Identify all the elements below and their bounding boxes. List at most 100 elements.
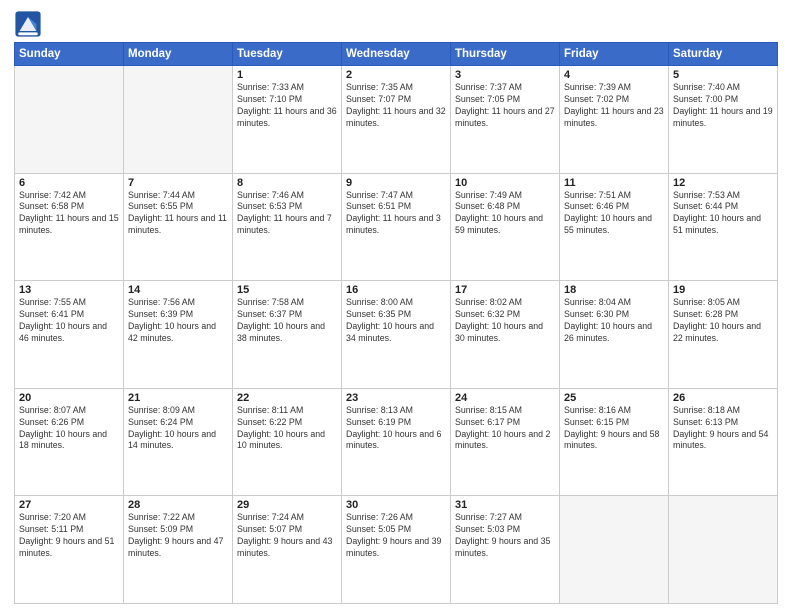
day-info: Sunrise: 7:46 AMSunset: 6:53 PMDaylight:…: [237, 190, 337, 238]
weekday-header-tuesday: Tuesday: [233, 43, 342, 66]
day-number: 13: [19, 284, 119, 296]
day-info: Sunrise: 7:55 AMSunset: 6:41 PMDaylight:…: [19, 297, 119, 345]
calendar-week-2: 6Sunrise: 7:42 AMSunset: 6:58 PMDaylight…: [15, 173, 778, 281]
day-number: 9: [346, 177, 446, 189]
day-info: Sunrise: 8:15 AMSunset: 6:17 PMDaylight:…: [455, 405, 555, 453]
day-number: 21: [128, 392, 228, 404]
day-number: 27: [19, 499, 119, 511]
calendar-cell: 23Sunrise: 8:13 AMSunset: 6:19 PMDayligh…: [342, 388, 451, 496]
calendar-cell: 20Sunrise: 8:07 AMSunset: 6:26 PMDayligh…: [15, 388, 124, 496]
weekday-header-monday: Monday: [124, 43, 233, 66]
header: [14, 10, 778, 38]
day-info: Sunrise: 7:37 AMSunset: 7:05 PMDaylight:…: [455, 82, 555, 130]
day-info: Sunrise: 7:27 AMSunset: 5:03 PMDaylight:…: [455, 512, 555, 560]
calendar-cell: [15, 66, 124, 174]
calendar-cell: 24Sunrise: 8:15 AMSunset: 6:17 PMDayligh…: [451, 388, 560, 496]
day-info: Sunrise: 7:20 AMSunset: 5:11 PMDaylight:…: [19, 512, 119, 560]
day-number: 1: [237, 69, 337, 81]
day-number: 3: [455, 69, 555, 81]
day-info: Sunrise: 8:16 AMSunset: 6:15 PMDaylight:…: [564, 405, 664, 453]
day-number: 24: [455, 392, 555, 404]
day-number: 26: [673, 392, 773, 404]
day-info: Sunrise: 7:24 AMSunset: 5:07 PMDaylight:…: [237, 512, 337, 560]
calendar-cell: 5Sunrise: 7:40 AMSunset: 7:00 PMDaylight…: [669, 66, 778, 174]
day-info: Sunrise: 8:05 AMSunset: 6:28 PMDaylight:…: [673, 297, 773, 345]
calendar-cell: 16Sunrise: 8:00 AMSunset: 6:35 PMDayligh…: [342, 281, 451, 389]
calendar-cell: 7Sunrise: 7:44 AMSunset: 6:55 PMDaylight…: [124, 173, 233, 281]
calendar-week-5: 27Sunrise: 7:20 AMSunset: 5:11 PMDayligh…: [15, 496, 778, 604]
calendar-week-3: 13Sunrise: 7:55 AMSunset: 6:41 PMDayligh…: [15, 281, 778, 389]
logo-icon: [14, 10, 42, 38]
calendar-cell: 21Sunrise: 8:09 AMSunset: 6:24 PMDayligh…: [124, 388, 233, 496]
calendar-cell: 29Sunrise: 7:24 AMSunset: 5:07 PMDayligh…: [233, 496, 342, 604]
day-info: Sunrise: 7:40 AMSunset: 7:00 PMDaylight:…: [673, 82, 773, 130]
calendar-cell: 18Sunrise: 8:04 AMSunset: 6:30 PMDayligh…: [560, 281, 669, 389]
day-number: 10: [455, 177, 555, 189]
calendar-cell: 3Sunrise: 7:37 AMSunset: 7:05 PMDaylight…: [451, 66, 560, 174]
calendar-cell: 13Sunrise: 7:55 AMSunset: 6:41 PMDayligh…: [15, 281, 124, 389]
calendar-cell: 22Sunrise: 8:11 AMSunset: 6:22 PMDayligh…: [233, 388, 342, 496]
calendar-cell: 14Sunrise: 7:56 AMSunset: 6:39 PMDayligh…: [124, 281, 233, 389]
day-info: Sunrise: 8:11 AMSunset: 6:22 PMDaylight:…: [237, 405, 337, 453]
day-number: 14: [128, 284, 228, 296]
calendar-cell: 11Sunrise: 7:51 AMSunset: 6:46 PMDayligh…: [560, 173, 669, 281]
day-number: 2: [346, 69, 446, 81]
day-info: Sunrise: 7:47 AMSunset: 6:51 PMDaylight:…: [346, 190, 446, 238]
weekday-header-thursday: Thursday: [451, 43, 560, 66]
calendar-cell: 26Sunrise: 8:18 AMSunset: 6:13 PMDayligh…: [669, 388, 778, 496]
logo: [14, 10, 44, 38]
calendar-cell: [124, 66, 233, 174]
day-number: 17: [455, 284, 555, 296]
day-number: 7: [128, 177, 228, 189]
calendar-cell: 28Sunrise: 7:22 AMSunset: 5:09 PMDayligh…: [124, 496, 233, 604]
day-number: 8: [237, 177, 337, 189]
day-info: Sunrise: 7:22 AMSunset: 5:09 PMDaylight:…: [128, 512, 228, 560]
calendar-cell: 17Sunrise: 8:02 AMSunset: 6:32 PMDayligh…: [451, 281, 560, 389]
day-info: Sunrise: 8:04 AMSunset: 6:30 PMDaylight:…: [564, 297, 664, 345]
day-info: Sunrise: 8:13 AMSunset: 6:19 PMDaylight:…: [346, 405, 446, 453]
day-number: 25: [564, 392, 664, 404]
day-info: Sunrise: 7:44 AMSunset: 6:55 PMDaylight:…: [128, 190, 228, 238]
calendar-cell: 8Sunrise: 7:46 AMSunset: 6:53 PMDaylight…: [233, 173, 342, 281]
day-number: 19: [673, 284, 773, 296]
day-info: Sunrise: 7:56 AMSunset: 6:39 PMDaylight:…: [128, 297, 228, 345]
calendar-cell: 10Sunrise: 7:49 AMSunset: 6:48 PMDayligh…: [451, 173, 560, 281]
day-number: 4: [564, 69, 664, 81]
calendar-cell: 6Sunrise: 7:42 AMSunset: 6:58 PMDaylight…: [15, 173, 124, 281]
calendar-cell: 25Sunrise: 8:16 AMSunset: 6:15 PMDayligh…: [560, 388, 669, 496]
day-info: Sunrise: 8:07 AMSunset: 6:26 PMDaylight:…: [19, 405, 119, 453]
day-number: 15: [237, 284, 337, 296]
day-number: 20: [19, 392, 119, 404]
day-number: 23: [346, 392, 446, 404]
weekday-header-saturday: Saturday: [669, 43, 778, 66]
day-number: 16: [346, 284, 446, 296]
day-number: 18: [564, 284, 664, 296]
calendar-cell: 4Sunrise: 7:39 AMSunset: 7:02 PMDaylight…: [560, 66, 669, 174]
day-info: Sunrise: 7:39 AMSunset: 7:02 PMDaylight:…: [564, 82, 664, 130]
day-info: Sunrise: 7:35 AMSunset: 7:07 PMDaylight:…: [346, 82, 446, 130]
day-info: Sunrise: 7:53 AMSunset: 6:44 PMDaylight:…: [673, 190, 773, 238]
calendar-week-1: 1Sunrise: 7:33 AMSunset: 7:10 PMDaylight…: [15, 66, 778, 174]
weekday-header-sunday: Sunday: [15, 43, 124, 66]
calendar-cell: [560, 496, 669, 604]
calendar-cell: 30Sunrise: 7:26 AMSunset: 5:05 PMDayligh…: [342, 496, 451, 604]
day-info: Sunrise: 7:51 AMSunset: 6:46 PMDaylight:…: [564, 190, 664, 238]
calendar-cell: 1Sunrise: 7:33 AMSunset: 7:10 PMDaylight…: [233, 66, 342, 174]
weekday-header-wednesday: Wednesday: [342, 43, 451, 66]
day-number: 6: [19, 177, 119, 189]
calendar-week-4: 20Sunrise: 8:07 AMSunset: 6:26 PMDayligh…: [15, 388, 778, 496]
day-number: 28: [128, 499, 228, 511]
day-info: Sunrise: 8:18 AMSunset: 6:13 PMDaylight:…: [673, 405, 773, 453]
day-number: 31: [455, 499, 555, 511]
day-info: Sunrise: 7:26 AMSunset: 5:05 PMDaylight:…: [346, 512, 446, 560]
calendar-cell: 27Sunrise: 7:20 AMSunset: 5:11 PMDayligh…: [15, 496, 124, 604]
logo-area: [14, 10, 44, 38]
day-info: Sunrise: 8:09 AMSunset: 6:24 PMDaylight:…: [128, 405, 228, 453]
day-info: Sunrise: 8:00 AMSunset: 6:35 PMDaylight:…: [346, 297, 446, 345]
day-number: 22: [237, 392, 337, 404]
day-info: Sunrise: 7:33 AMSunset: 7:10 PMDaylight:…: [237, 82, 337, 130]
calendar-cell: 12Sunrise: 7:53 AMSunset: 6:44 PMDayligh…: [669, 173, 778, 281]
calendar-cell: 31Sunrise: 7:27 AMSunset: 5:03 PMDayligh…: [451, 496, 560, 604]
day-info: Sunrise: 8:02 AMSunset: 6:32 PMDaylight:…: [455, 297, 555, 345]
calendar-cell: 2Sunrise: 7:35 AMSunset: 7:07 PMDaylight…: [342, 66, 451, 174]
